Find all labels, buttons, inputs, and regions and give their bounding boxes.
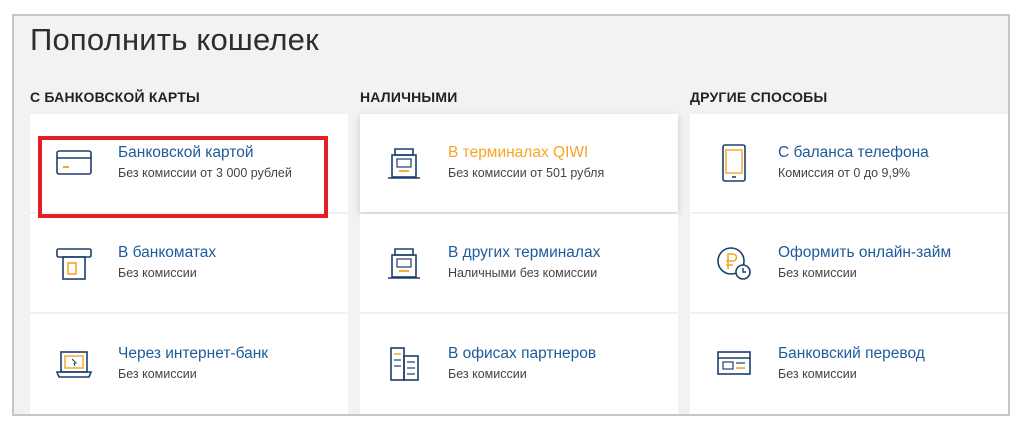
qiwi-terminal-icon <box>384 141 424 185</box>
option-title[interactable]: Через интернет-банк <box>118 345 268 363</box>
option-qiwi-terminals[interactable]: В терминалах QIWI Без комиссии от 501 ру… <box>360 114 678 212</box>
option-subtitle: Комиссия от 0 до 9,9% <box>778 166 911 180</box>
highlight-box <box>38 136 328 218</box>
option-subtitle: Без комиссии <box>448 367 527 381</box>
atm-icon <box>54 241 94 285</box>
option-title[interactable]: Банковский перевод <box>778 345 925 363</box>
bank-transfer-icon <box>714 342 754 386</box>
option-phone-balance[interactable]: С баланса телефона Комиссия от 0 до 9,9% <box>690 114 1008 212</box>
laptop-icon <box>54 342 94 386</box>
heading-cash: Наличными <box>360 89 458 105</box>
option-subtitle: Без комиссии <box>778 367 857 381</box>
option-partner-offices[interactable]: В офисах партнеров Без комиссии <box>360 314 678 414</box>
option-title[interactable]: С баланса телефона <box>778 144 929 162</box>
option-atm[interactable]: В банкоматах Без комиссии <box>30 214 348 312</box>
option-other-terminals[interactable]: В других терминалах Наличными без комисс… <box>360 214 678 312</box>
heading-other-methods: Другие способы <box>690 89 828 105</box>
option-subtitle: Без комиссии <box>118 367 197 381</box>
office-building-icon <box>384 342 424 386</box>
page-title: Пополнить кошелек <box>30 22 319 57</box>
terminal-icon <box>384 241 424 285</box>
top-up-wallet-panel: Пополнить кошелек С банковской карты Нал… <box>12 14 1010 416</box>
option-subtitle: Без комиссии <box>118 266 197 280</box>
option-title[interactable]: В терминалах QIWI <box>448 144 588 162</box>
ruble-clock-icon <box>714 241 754 285</box>
option-title[interactable]: В банкоматах <box>118 244 216 262</box>
option-subtitle: Наличными без комиссии <box>448 266 598 280</box>
option-title[interactable]: Оформить онлайн-займ <box>778 244 951 262</box>
option-subtitle: Без комиссии <box>778 266 857 280</box>
option-internet-bank[interactable]: Через интернет-банк Без комиссии <box>30 314 348 414</box>
option-title[interactable]: В офисах партнеров <box>448 345 596 363</box>
mobile-phone-icon <box>714 141 754 185</box>
option-bank-transfer[interactable]: Банковский перевод Без комиссии <box>690 314 1008 414</box>
option-subtitle: Без комиссии от 501 рубля <box>448 166 605 180</box>
option-online-loan[interactable]: Оформить онлайн-займ Без комиссии <box>690 214 1008 312</box>
heading-bank-card: С банковской карты <box>30 89 200 105</box>
option-title[interactable]: В других терминалах <box>448 244 600 262</box>
